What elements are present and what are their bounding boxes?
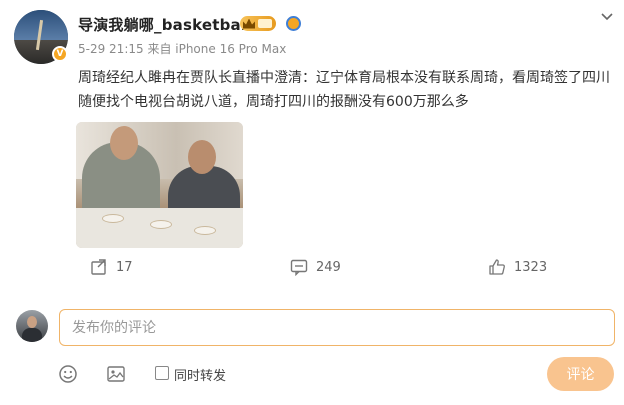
comment-button[interactable]: 249	[290, 258, 341, 276]
submit-comment-button[interactable]: 评论	[547, 357, 614, 391]
post-text: 周琦经纪人雎冉在贾队长直播中澄清：辽宁体育局根本没有联系周琦，看周琦签了四川随便…	[78, 70, 610, 110]
photo-plate	[194, 226, 216, 235]
photo-plate	[150, 220, 172, 229]
photo-head-left	[110, 126, 138, 160]
chevron-down-icon[interactable]	[600, 10, 614, 24]
photo-head-right	[188, 140, 216, 174]
photo-plate	[102, 214, 124, 223]
comment-input[interactable]	[59, 309, 615, 346]
post-photo[interactable]	[76, 122, 243, 248]
repost-checkbox-label[interactable]: 同时转发	[174, 365, 226, 384]
emoji-icon[interactable]	[58, 364, 78, 384]
verified-icon: V	[52, 46, 68, 62]
repost-count: 17	[116, 259, 133, 275]
gold-medal-icon[interactable]	[286, 16, 301, 31]
vip-crown-icon[interactable]	[240, 16, 276, 31]
repost-checkbox[interactable]	[155, 366, 169, 380]
current-user-avatar	[16, 310, 48, 342]
like-count: 1323	[514, 259, 548, 275]
like-icon	[489, 259, 505, 275]
image-icon[interactable]	[106, 364, 126, 384]
like-button[interactable]: 1323	[488, 258, 547, 276]
repost-button[interactable]: 17	[90, 258, 133, 276]
avatar-body	[22, 328, 42, 342]
post-meta: 5-29 21:15 来自 iPhone 16 Pro Max	[78, 42, 287, 56]
author-username[interactable]: 导演我躺哪_basketball	[78, 14, 252, 35]
repost-icon	[91, 259, 106, 275]
comment-icon	[290, 259, 308, 276]
crown-shape	[243, 18, 255, 29]
comment-count: 249	[316, 259, 341, 275]
avatar-face	[27, 316, 37, 328]
vip-level-tag	[258, 19, 272, 28]
